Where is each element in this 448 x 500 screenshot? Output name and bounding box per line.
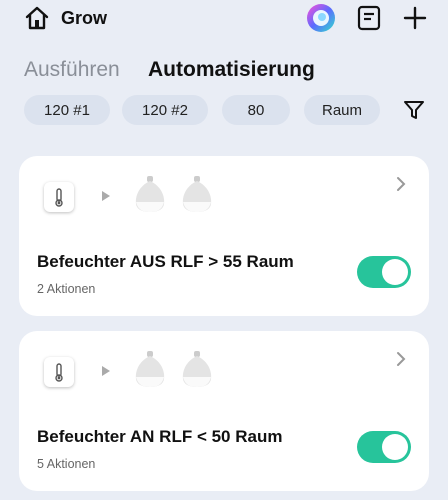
home-title[interactable]: Grow xyxy=(61,8,107,29)
chevron-right-icon[interactable] xyxy=(395,351,407,367)
filter-chip-120-1[interactable]: 120 #1 xyxy=(24,95,110,125)
humidifier-icon xyxy=(135,176,165,212)
home-icon[interactable] xyxy=(24,5,50,31)
filter-chip-80[interactable]: 80 xyxy=(222,95,290,125)
top-bar: Grow xyxy=(0,0,448,40)
chevron-right-icon[interactable] xyxy=(395,176,407,192)
thermometer-sensor-icon xyxy=(44,357,74,387)
automation-card[interactable]: Befeuchter AUS RLF > 55 Raum 2 Aktionen xyxy=(19,156,429,316)
automation-title: Befeuchter AN RLF < 50 Raum xyxy=(37,427,283,446)
tab-ausfuehren[interactable]: Ausführen xyxy=(24,58,120,82)
log-icon[interactable] xyxy=(357,5,381,31)
tab-automatisierung[interactable]: Automatisierung xyxy=(148,58,315,82)
arrow-right-icon xyxy=(102,366,110,376)
humidifier-icon xyxy=(182,176,212,212)
automation-toggle[interactable] xyxy=(357,431,411,463)
automation-title: Befeuchter AUS RLF > 55 Raum xyxy=(37,252,294,271)
filter-icon[interactable] xyxy=(402,98,426,122)
add-icon[interactable] xyxy=(403,6,427,30)
arrow-right-icon xyxy=(102,191,110,201)
thermometer-sensor-icon xyxy=(44,182,74,212)
filter-chips: 120 #1 120 #2 80 Raum xyxy=(0,95,448,125)
automation-card[interactable]: Befeuchter AN RLF < 50 Raum 5 Aktionen xyxy=(19,331,429,491)
toggle-knob xyxy=(382,434,408,460)
toggle-knob xyxy=(382,259,408,285)
filter-chip-120-2[interactable]: 120 #2 xyxy=(122,95,208,125)
automation-toggle[interactable] xyxy=(357,256,411,288)
humidifier-icon xyxy=(135,351,165,387)
humidifier-icon xyxy=(182,351,212,387)
assistant-icon[interactable] xyxy=(306,3,336,33)
automation-action-count: 5 Aktionen xyxy=(37,457,96,471)
automation-action-count: 2 Aktionen xyxy=(37,282,96,296)
filter-chip-raum[interactable]: Raum xyxy=(304,95,380,125)
